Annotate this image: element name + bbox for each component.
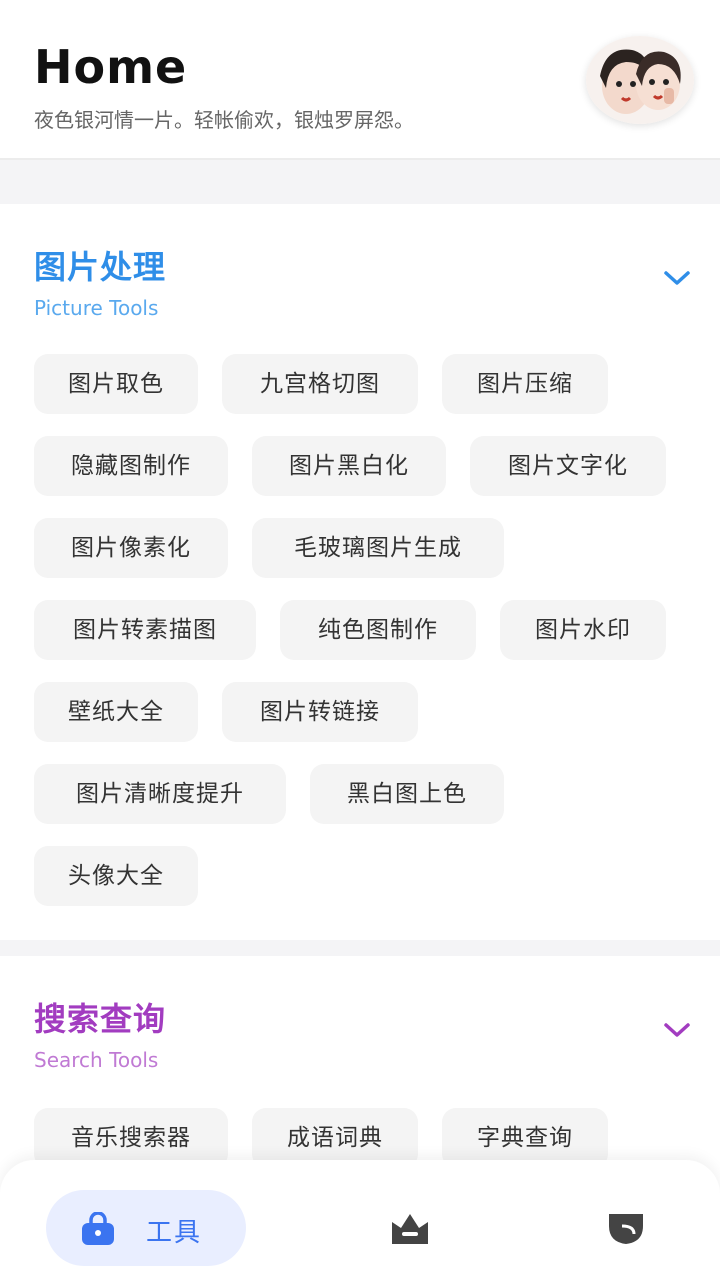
tool-chip[interactable]: 图片水印 [500,600,666,660]
bag-icon[interactable] [80,1212,116,1246]
tool-chip[interactable]: 图片转素描图 [34,600,256,660]
chevron-down-icon[interactable] [662,268,692,288]
section-subtitle: Picture Tools [34,296,159,320]
tool-chip[interactable]: 图片取色 [34,354,198,414]
app-header: Home 夜色银河情一片。轻帐偷欢，银烛罗屏怨。 [0,0,720,160]
section-title: 搜索查询 [34,1000,167,1038]
tool-chip[interactable]: 图片转链接 [222,682,418,742]
avatar[interactable] [586,36,694,124]
tool-chip[interactable]: 音乐搜索器 [34,1108,228,1168]
tool-chip[interactable]: 九宫格切图 [222,354,418,414]
tool-chip[interactable]: 毛玻璃图片生成 [252,518,504,578]
tool-chip[interactable]: 图片像素化 [34,518,228,578]
avatar-image [586,36,694,124]
tool-chip[interactable]: 壁纸大全 [34,682,198,742]
tool-chip[interactable]: 图片文字化 [470,436,666,496]
bottom-nav: 工具 [0,1160,720,1280]
chevron-down-icon[interactable] [662,1020,692,1040]
picture-tools-section: 图片处理 Picture Tools 图片取色 九宫格切图 图片压缩 隐藏图制作… [0,204,720,940]
tool-chip[interactable]: 头像大全 [34,846,198,906]
tool-chip[interactable]: 图片清晰度提升 [34,764,286,824]
tool-chip[interactable]: 图片压缩 [442,354,608,414]
tool-chip[interactable]: 字典查询 [442,1108,608,1168]
page-title: Home [34,40,188,94]
page-subtitle: 夜色银河情一片。轻帐偷欢，银烛罗屏怨。 [34,108,414,132]
tool-chip[interactable]: 纯色图制作 [280,600,476,660]
shield-icon[interactable] [606,1210,646,1246]
tool-chip[interactable]: 成语词典 [252,1108,418,1168]
tool-chip[interactable]: 黑白图上色 [310,764,504,824]
section-subtitle: Search Tools [34,1048,159,1072]
tool-chip[interactable]: 隐藏图制作 [34,436,228,496]
section-title: 图片处理 [34,248,167,286]
tool-chip[interactable]: 图片黑白化 [252,436,446,496]
nav-label-tools[interactable]: 工具 [146,1212,202,1249]
crown-icon[interactable] [390,1210,430,1246]
